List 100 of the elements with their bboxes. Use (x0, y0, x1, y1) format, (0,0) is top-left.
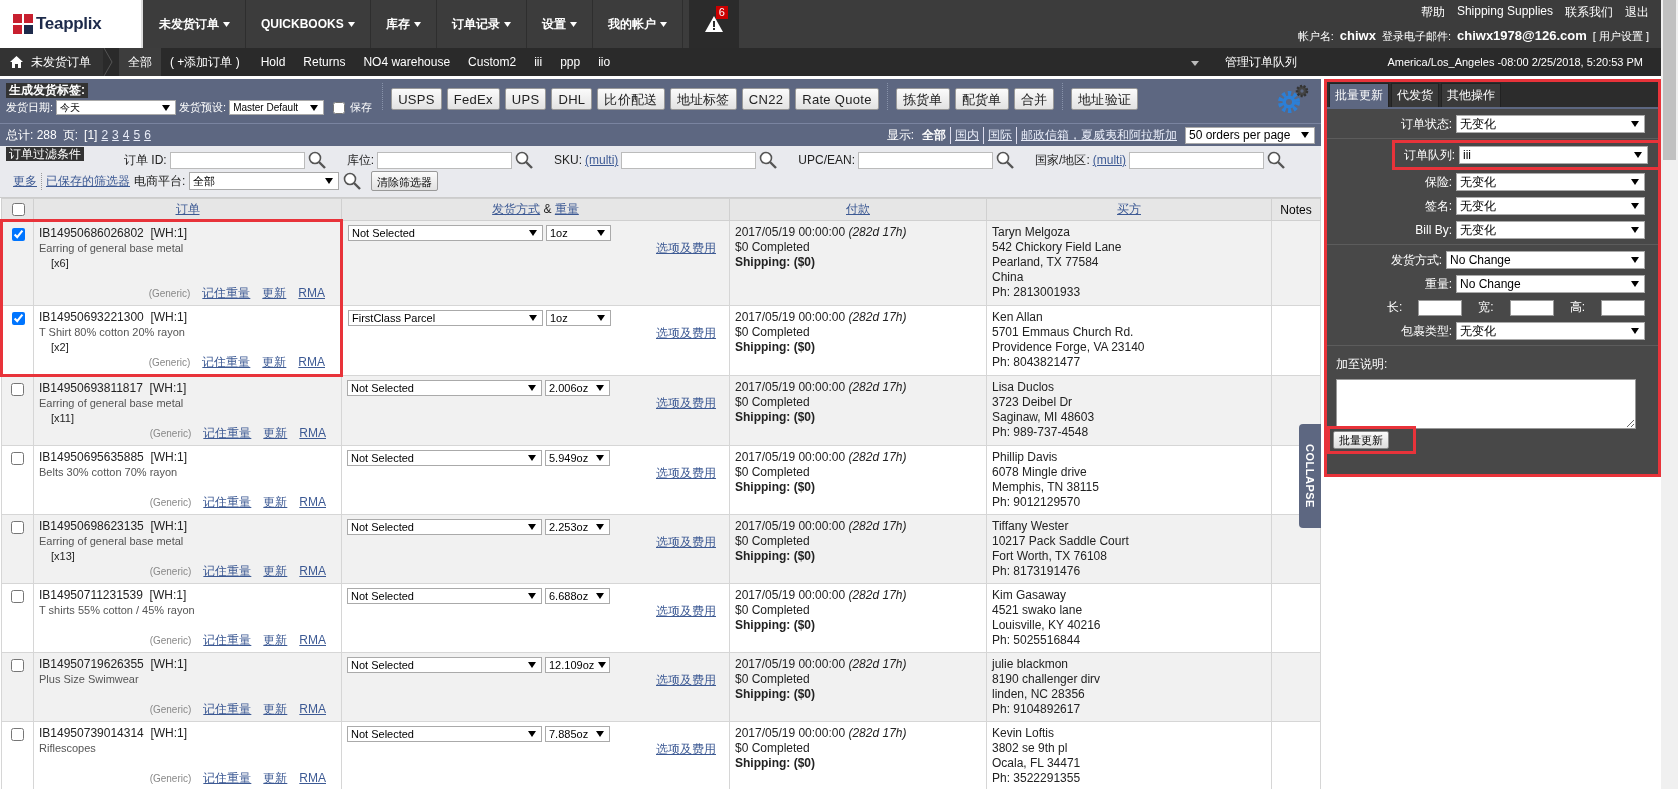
update-dropdown[interactable]: 无变化 (1456, 221, 1645, 239)
weight-dropdown[interactable]: 6.688oz (545, 588, 610, 604)
row-action-link[interactable]: RMA (299, 495, 326, 510)
queue-tab[interactable]: ppp (551, 48, 590, 76)
weight-dropdown[interactable]: 2.006oz (545, 380, 610, 396)
show-filter-link[interactable]: 邮政信箱，夏威夷和阿拉斯加 (1016, 126, 1181, 144)
multi-link[interactable]: (multi) (585, 153, 619, 167)
panel-tab[interactable]: 批量更新 (1329, 83, 1389, 107)
manage-queues-link[interactable]: 管理订单队列 (1225, 53, 1298, 71)
update-dropdown[interactable]: 无变化 (1456, 115, 1645, 133)
filter-input-field[interactable] (858, 151, 994, 169)
row-action-link[interactable]: RMA (299, 564, 326, 579)
search-icon[interactable] (1267, 151, 1286, 169)
toolbar-button[interactable]: Rate Quote (795, 88, 879, 110)
shipping-method-dropdown[interactable]: Not Selected (347, 588, 542, 604)
row-action-link[interactable]: 记住重量 (203, 633, 252, 648)
row-action-link[interactable]: 记住重量 (202, 286, 251, 301)
row-action-link[interactable]: 更新 (263, 495, 288, 510)
row-action-link[interactable]: 更新 (262, 355, 287, 370)
weight-dropdown[interactable]: 2.253oz (545, 519, 610, 535)
filter-input-field[interactable] (621, 151, 757, 169)
weight-dropdown[interactable]: 5.949oz (545, 450, 610, 466)
row-action-link[interactable]: 更新 (263, 564, 288, 579)
row-checkbox[interactable] (11, 728, 24, 741)
row-action-link[interactable]: 记住重量 (203, 564, 252, 579)
dimension-input-field[interactable] (1509, 299, 1554, 316)
update-dropdown[interactable]: No Change (1456, 275, 1645, 293)
multi-link[interactable]: (multi) (1092, 153, 1127, 167)
dropdown-caret-icon[interactable] (1191, 61, 1200, 66)
search-icon[interactable] (343, 172, 362, 190)
row-action-link[interactable]: 记住重量 (203, 771, 252, 786)
page-link[interactable]: [1] (84, 128, 98, 142)
update-dropdown[interactable]: 无变化 (1456, 173, 1645, 191)
row-action-link[interactable]: 更新 (263, 771, 288, 786)
toolbar-button[interactable]: 拣货单 (895, 88, 950, 110)
search-icon[interactable] (996, 151, 1015, 169)
row-action-link[interactable]: 记住重量 (203, 702, 252, 717)
queue-tab[interactable]: iio (589, 48, 620, 76)
options-fees-link[interactable]: 选项及费用 (656, 742, 724, 757)
search-icon[interactable] (759, 151, 778, 169)
filter-input-field[interactable] (169, 151, 305, 169)
row-action-link[interactable]: RMA (299, 426, 326, 441)
row-checkbox[interactable] (11, 312, 25, 325)
settings-icon[interactable] (1277, 84, 1309, 114)
page-link[interactable]: 3 (112, 128, 119, 142)
platform-dropdown[interactable]: 全部 (189, 172, 340, 190)
options-fees-link[interactable]: 选项及费用 (656, 673, 724, 688)
queue-tab[interactable]: iii (525, 48, 552, 76)
row-action-link[interactable]: 更新 (263, 702, 288, 717)
toolbar-button[interactable]: 地址标签 (669, 88, 737, 110)
row-action-link[interactable]: 记住重量 (203, 426, 252, 441)
page-link[interactable]: 4 (122, 128, 130, 142)
per-page-dropdown[interactable]: 50 orders per page (1185, 126, 1315, 144)
weight-dropdown[interactable]: 1oz (546, 310, 611, 326)
checkbox[interactable] (333, 101, 346, 114)
weight-dropdown[interactable]: 12.109oz (545, 657, 610, 673)
update-dropdown[interactable]: iii (1459, 146, 1648, 164)
user-settings-link[interactable]: [ 用户设置 ] (1592, 29, 1649, 44)
show-filter-link[interactable]: 全部 (918, 126, 950, 144)
shipping-method-dropdown[interactable]: Not Selected (347, 657, 542, 673)
options-fees-link[interactable]: 选项及费用 (656, 604, 724, 619)
row-action-link[interactable]: 更新 (263, 426, 288, 441)
row-checkbox[interactable] (11, 452, 24, 465)
row-action-link[interactable]: 记住重量 (202, 355, 251, 370)
queue-tab[interactable]: 全部 (119, 48, 161, 76)
show-filter-link[interactable]: 国内 (950, 126, 983, 144)
row-action-link[interactable]: 记住重量 (203, 495, 252, 510)
toolbar-button[interactable]: 合并 (1013, 88, 1055, 110)
page-link[interactable]: 6 (144, 128, 151, 142)
options-fees-link[interactable]: 选项及费用 (656, 326, 724, 341)
header-link[interactable]: 联系我们 (1565, 4, 1613, 21)
weight-dropdown[interactable]: 7.885oz (545, 726, 610, 742)
column-header[interactable]: 订单 (175, 201, 200, 216)
queue-tab[interactable]: Hold (251, 48, 295, 76)
more-link[interactable]: 更多 (13, 172, 37, 190)
toolbar-button[interactable]: DHL (551, 88, 593, 110)
row-checkbox[interactable] (11, 590, 24, 603)
filter-input-field[interactable] (1129, 151, 1265, 169)
column-header[interactable]: 重量 (554, 202, 579, 216)
toolbar-button[interactable]: CN22 (741, 88, 791, 110)
queue-tab[interactable]: Custom2 (459, 48, 526, 76)
toolbar-button[interactable]: 配货单 (954, 88, 1009, 110)
note-input-field[interactable] (1336, 379, 1636, 429)
queue-tab[interactable]: Returns (294, 48, 355, 76)
column-header[interactable]: 买方 (1117, 202, 1141, 216)
panel-tab[interactable]: 其他操作 (1441, 83, 1501, 107)
row-action-link[interactable]: 更新 (262, 286, 287, 301)
header-link[interactable]: Shipping Supplies (1456, 4, 1553, 21)
row-action-link[interactable]: RMA (299, 702, 326, 717)
column-header[interactable]: 付款 (846, 202, 870, 216)
shipping-method-dropdown[interactable]: Not Selected (347, 450, 542, 466)
row-action-link[interactable]: RMA (298, 286, 325, 301)
options-fees-link[interactable]: 选项及费用 (656, 396, 724, 411)
weight-dropdown[interactable]: 1oz (546, 225, 611, 241)
column-header[interactable]: 发货方式 (492, 202, 541, 216)
clear-filters-button[interactable]: 清除筛选器 (371, 171, 439, 191)
toolbar-button[interactable]: 地址验证 (1071, 88, 1139, 110)
toolbar-button[interactable]: UPS (504, 88, 547, 110)
dimension-input-field[interactable] (1601, 299, 1645, 316)
bulk-update-button[interactable]: 批量更新 (1333, 431, 1389, 449)
